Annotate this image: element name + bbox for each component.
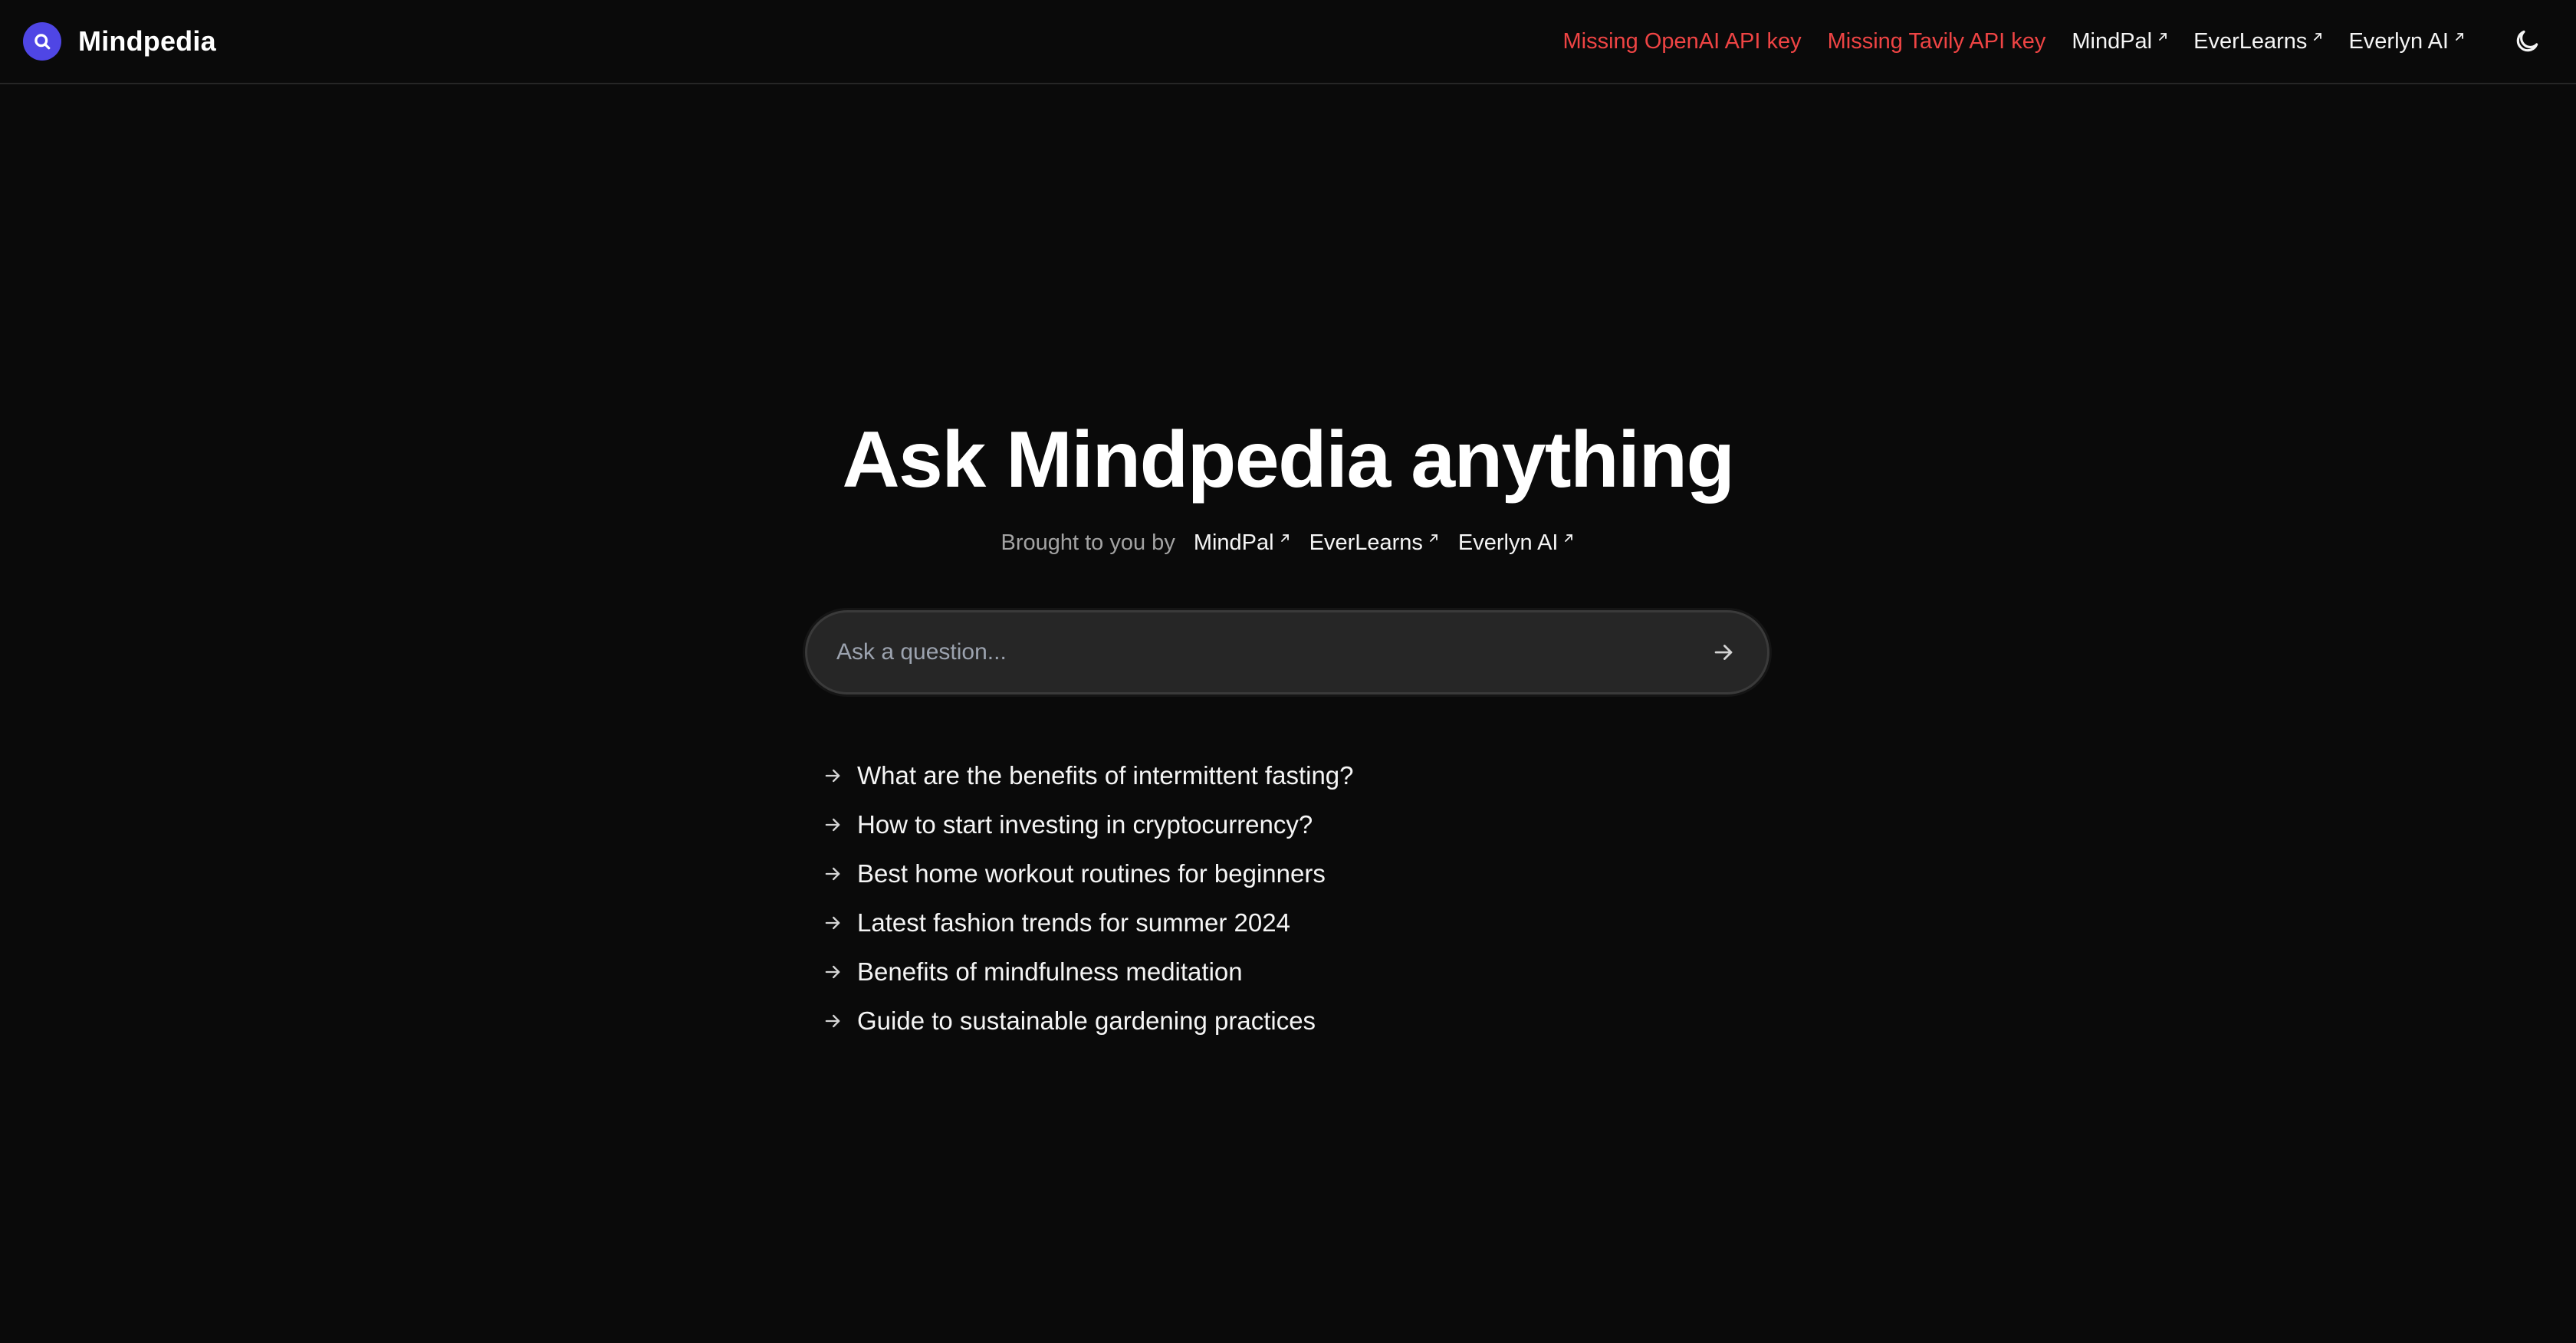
tavily-key-warning: Missing Tavily API key (1827, 28, 2046, 54)
byline-prefix: Brought to you by (1001, 530, 1175, 555)
arrow-right-icon (1714, 645, 1733, 660)
suggestion-label: Benefits of mindfulness meditation (857, 957, 1243, 986)
external-link-icon (1280, 534, 1289, 542)
header-nav: Missing OpenAI API key Missing Tavily AP… (1563, 17, 2551, 66)
suggestion-item[interactable]: Best home workout routines for beginners (822, 849, 1354, 898)
arrow-right-icon (825, 965, 840, 979)
external-link-icon (1565, 534, 1573, 542)
nav-link-everlyn-ai[interactable]: Everlyn AI (2348, 29, 2466, 54)
arrow-right-icon (825, 769, 840, 783)
suggestion-item[interactable]: Benefits of mindfulness meditation (822, 947, 1354, 997)
nav-link-label: MindPal (2072, 28, 2153, 54)
suggestion-item[interactable]: How to start investing in cryptocurrency… (822, 800, 1354, 849)
suggestion-label: Guide to sustainable gardening practices (857, 1006, 1316, 1035)
brand-name: Mindpedia (78, 25, 216, 57)
byline-link-label: Everlyn AI (1457, 530, 1559, 555)
suggestion-label: Latest fashion trends for summer 2024 (857, 908, 1290, 937)
external-link-icon (1430, 534, 1438, 542)
page-title: Ask Mindpedia anything (842, 415, 1735, 504)
search-circle-icon (23, 22, 61, 61)
search-input[interactable] (807, 612, 1697, 692)
byline-link-everlyn-ai[interactable]: Everlyn AI (1458, 530, 1576, 556)
main-content: Ask Mindpedia anything Brought to you by… (0, 84, 2576, 1343)
submit-button[interactable] (1697, 626, 1750, 679)
suggestion-item[interactable]: Guide to sustainable gardening practices (822, 997, 1354, 1046)
suggestion-label: How to start investing in cryptocurrency… (857, 810, 1313, 839)
moon-icon (2516, 30, 2538, 52)
arrow-right-icon (825, 867, 840, 881)
byline-link-everlearns[interactable]: EverLearns (1309, 530, 1440, 556)
external-link-icon (2159, 32, 2167, 41)
arrow-right-icon (825, 916, 840, 930)
suggestion-item[interactable]: Latest fashion trends for summer 2024 (822, 898, 1354, 947)
nav-link-everlearns[interactable]: EverLearns (2193, 29, 2324, 54)
nav-link-mindpal[interactable]: MindPal (2072, 29, 2169, 54)
arrow-right-icon (825, 818, 840, 832)
openai-key-warning: Missing OpenAI API key (1562, 28, 1802, 54)
byline-link-label: EverLearns (1309, 530, 1423, 555)
external-link-icon (2456, 32, 2463, 41)
arrow-right-icon (825, 1014, 840, 1028)
suggestion-label: Best home workout routines for beginners (857, 859, 1326, 888)
byline-link-label: MindPal (1193, 530, 1274, 555)
brand-home-link[interactable]: Mindpedia (23, 22, 216, 61)
top-header: Mindpedia Missing OpenAI API key Missing… (0, 0, 2576, 84)
nav-link-label: Everlyn AI (2348, 28, 2449, 54)
search-box (805, 610, 1769, 694)
theme-toggle-button[interactable] (2502, 17, 2551, 66)
byline: Brought to you by MindPal EverLearns Eve… (0, 530, 2576, 556)
suggestion-label: What are the benefits of intermittent fa… (857, 761, 1354, 790)
external-link-icon (2314, 32, 2322, 41)
nav-link-label: EverLearns (2193, 28, 2308, 54)
byline-link-mindpal[interactable]: MindPal (1194, 530, 1291, 556)
suggestion-item[interactable]: What are the benefits of intermittent fa… (822, 751, 1354, 800)
suggestion-list: What are the benefits of intermittent fa… (822, 751, 1354, 1046)
